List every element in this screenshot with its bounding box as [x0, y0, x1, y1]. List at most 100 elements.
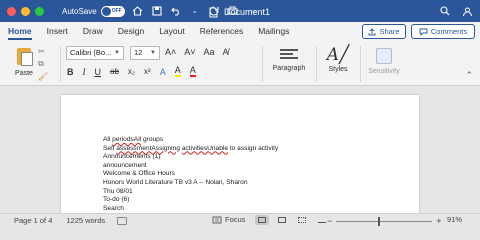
font-size-tools: A˄ A˅ Aa A̸: [165, 47, 229, 57]
focus-icon: [212, 216, 222, 223]
zoom-percent[interactable]: 91%: [447, 215, 462, 224]
collapse-ribbon-icon[interactable]: ⌃: [465, 70, 473, 81]
change-case-button[interactable]: Aa: [204, 47, 215, 57]
status-bar: Page 1 of 4 1225 words Focus − + 91%: [0, 213, 480, 227]
minimize-window-button[interactable]: [21, 6, 30, 16]
divider: [60, 46, 61, 82]
autosave-state: OFF: [111, 8, 122, 14]
outline-view-button[interactable]: [295, 215, 309, 225]
ribbon-tabs: Home Insert Draw Design Layout Reference…: [8, 22, 304, 42]
web-layout-view-button[interactable]: [275, 215, 289, 225]
text-run: to assign activity: [228, 144, 279, 152]
shrink-font-button[interactable]: A˅: [184, 47, 195, 57]
comment-icon: [419, 28, 428, 36]
styles-label: Styles: [328, 66, 348, 73]
font-name-value: Calibri (Bo...: [70, 48, 112, 57]
tab-references[interactable]: References: [200, 22, 243, 42]
zoom-slider[interactable]: [336, 216, 433, 226]
draft-icon: [318, 217, 326, 223]
styles-icon: A╱: [326, 45, 350, 65]
document-title-text: Document1: [224, 7, 271, 17]
view-switcher: [255, 215, 329, 225]
sensitivity-label: Sensitivity: [368, 68, 400, 75]
text-effects-button[interactable]: A: [160, 67, 166, 77]
strikethrough-button[interactable]: ab: [110, 67, 119, 76]
tab-mailings[interactable]: Mailings: [258, 22, 289, 42]
proofing-icon[interactable]: [117, 216, 128, 225]
document-icon: [206, 5, 220, 19]
clear-formatting-button[interactable]: A̸: [223, 47, 229, 57]
print-layout-view-button[interactable]: [255, 215, 269, 225]
font-size-value: 12: [134, 48, 143, 57]
copy-icon[interactable]: ⧉: [38, 59, 48, 69]
highlight-color-button[interactable]: A: [174, 66, 181, 77]
word-count[interactable]: 1225 words: [66, 216, 105, 225]
close-window-button[interactable]: [7, 6, 16, 16]
document-body[interactable]: All periodsAll groups Self assessmentAssi…: [103, 136, 278, 213]
paragraph-button[interactable]: Paragraph: [268, 46, 310, 82]
divider: [316, 46, 317, 82]
zoom-control: − +: [327, 216, 442, 226]
document-line: Thu 08/01: [103, 188, 278, 197]
zoom-slider-thumb[interactable]: [377, 216, 380, 226]
document-line: announcement: [103, 162, 278, 171]
tab-home[interactable]: Home: [8, 22, 32, 42]
comments-button[interactable]: Comments: [411, 24, 475, 39]
font-name-select[interactable]: Calibri (Bo... ▼: [66, 46, 124, 60]
tab-insert[interactable]: Insert: [47, 22, 68, 42]
sensitivity-button[interactable]: Sensitivity: [364, 46, 404, 82]
clipboard-icon: [17, 48, 33, 66]
comments-label: Comments: [430, 27, 468, 36]
underline-button[interactable]: U: [95, 67, 102, 77]
text-run: To-do (6): [103, 196, 130, 204]
document-page[interactable]: All periodsAll groups Self assessmentAssi…: [61, 95, 419, 213]
print-layout-icon: [258, 217, 266, 223]
save-icon[interactable]: [150, 4, 164, 18]
font-size-select[interactable]: 12 ▼: [130, 46, 160, 60]
text-run: Search: [103, 204, 124, 212]
sensitivity-icon: [376, 48, 392, 64]
undo-icon[interactable]: [169, 4, 183, 18]
zoom-in-icon[interactable]: +: [436, 216, 441, 226]
paragraph-icon: [280, 49, 298, 61]
focus-label: Focus: [225, 215, 246, 224]
web-layout-icon: [278, 217, 286, 223]
text-run: Welcome & Office Hours: [103, 170, 175, 178]
autosave-toggle[interactable]: OFF: [100, 5, 125, 17]
text-run: Announcements (1): [103, 153, 161, 161]
subscript-button[interactable]: x₂: [128, 67, 135, 76]
grow-font-button[interactable]: A˄: [165, 47, 176, 57]
window-controls: [7, 6, 44, 16]
paragraph-label: Paragraph: [272, 65, 306, 72]
paste-button[interactable]: Paste: [6, 46, 42, 82]
page-count[interactable]: Page 1 of 4: [14, 216, 52, 225]
zoom-window-button[interactable]: [35, 6, 44, 16]
superscript-button[interactable]: x²: [144, 67, 151, 76]
chevron-down-icon: ▼: [150, 50, 156, 56]
format-painter-icon[interactable]: 🖌: [38, 72, 48, 81]
cut-icon[interactable]: ✂: [38, 47, 48, 56]
share-button[interactable]: Share: [362, 24, 406, 39]
font-color-button[interactable]: A: [189, 66, 196, 77]
account-icon[interactable]: [460, 4, 474, 18]
tab-draw[interactable]: Draw: [83, 22, 103, 42]
search-icon[interactable]: [438, 4, 452, 18]
divider: [262, 46, 263, 82]
document-title: Document1: [206, 5, 270, 19]
divider: [360, 46, 361, 82]
home-icon[interactable]: [131, 4, 145, 18]
titlebar-right-tools: [438, 4, 474, 18]
italic-button[interactable]: I: [83, 67, 86, 77]
styles-button[interactable]: A╱ Styles: [320, 46, 356, 82]
tab-layout[interactable]: Layout: [159, 22, 185, 42]
document-line: Self assessmentAssigning activitiesUnabl…: [103, 145, 278, 154]
text-run: Thu 08/01: [103, 187, 133, 195]
tab-design[interactable]: Design: [118, 22, 144, 42]
font-format-tools: B I U ab x₂ x² A A A: [67, 66, 196, 77]
chevron-down-icon[interactable]: ⌄: [188, 4, 202, 18]
bold-button[interactable]: B: [67, 67, 74, 77]
autosave-label: AutoSave: [62, 6, 97, 16]
focus-button[interactable]: Focus: [212, 215, 245, 224]
text-run: Self: [103, 144, 117, 152]
zoom-out-icon[interactable]: −: [327, 216, 332, 226]
